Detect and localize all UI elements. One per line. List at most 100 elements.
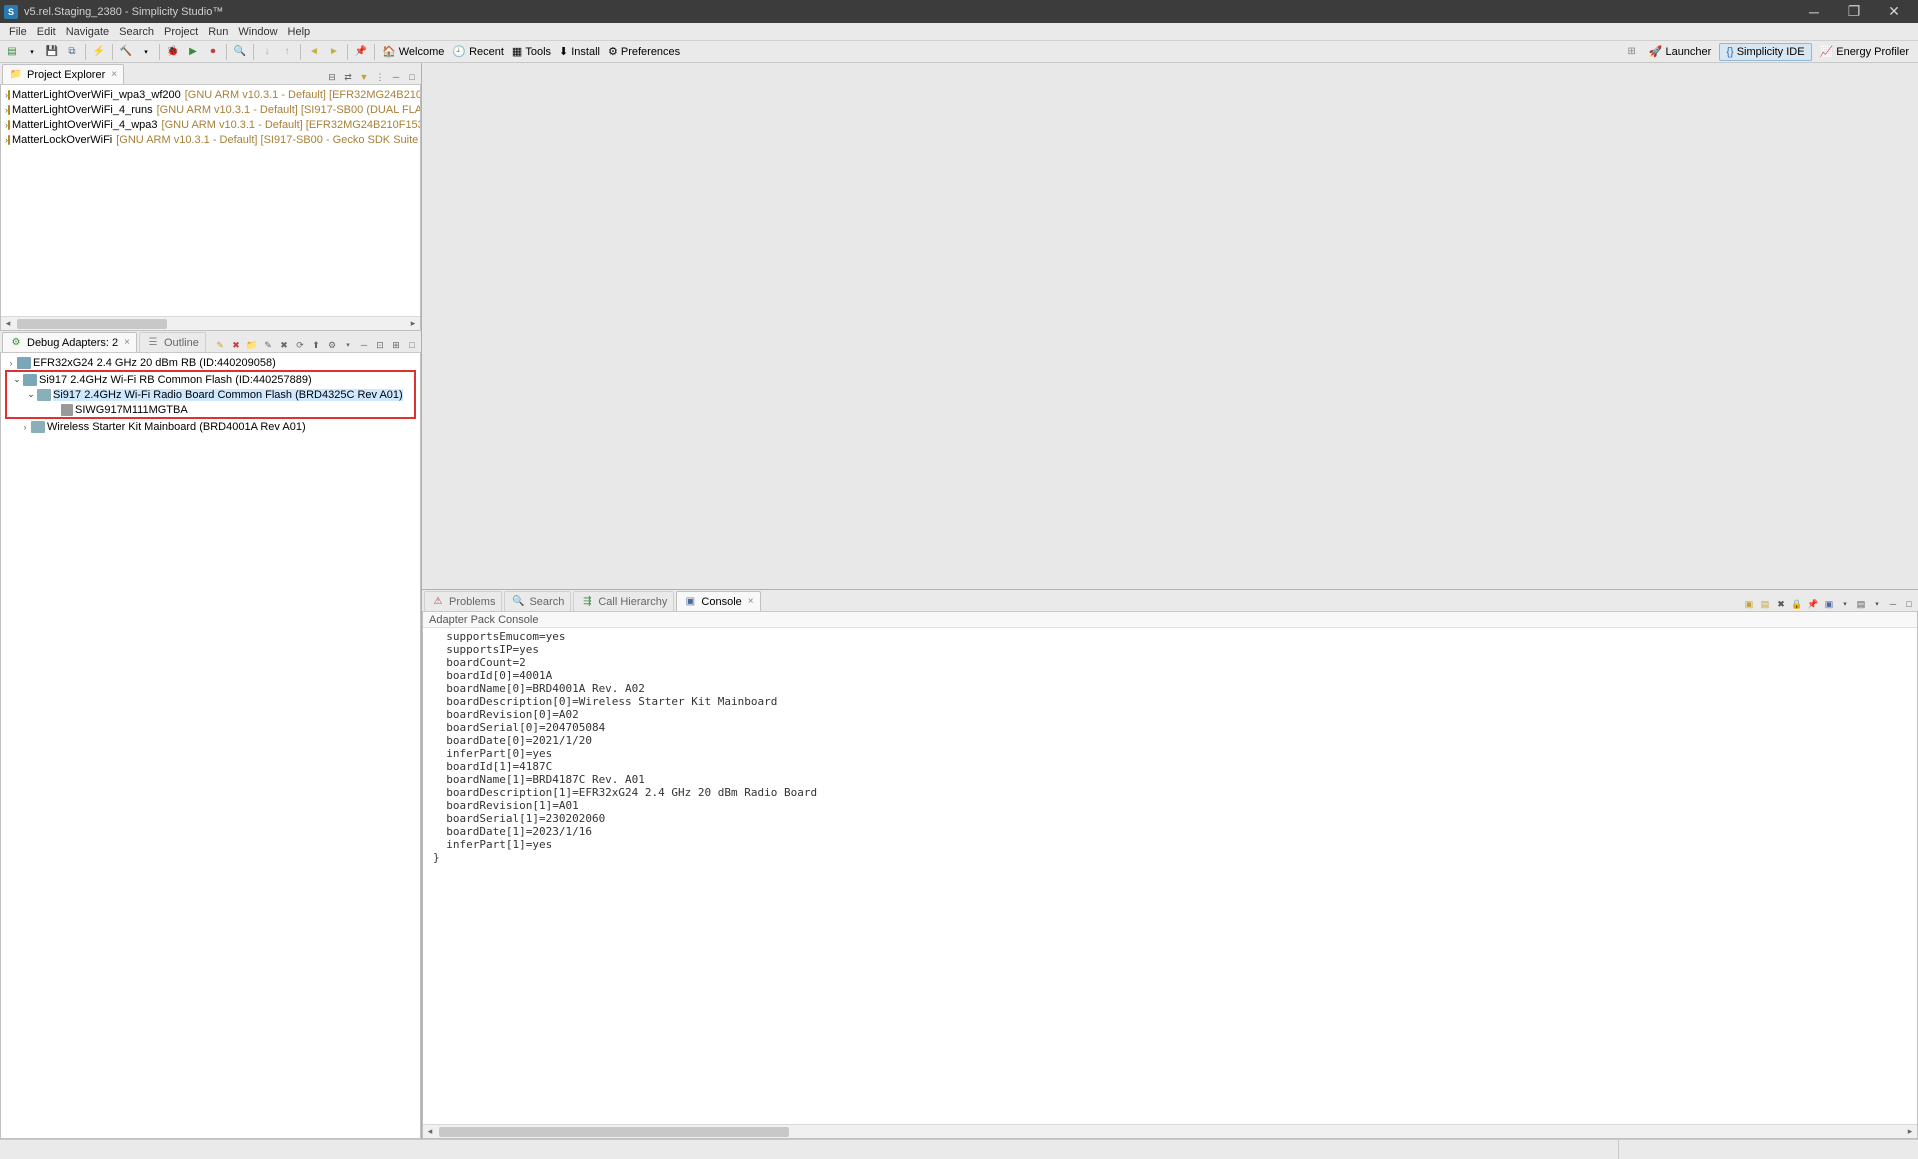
tool-icon[interactable]: ✖	[229, 338, 243, 352]
console-new-icon[interactable]: ▤	[1854, 597, 1868, 611]
console-clear-icon[interactable]: ✖	[1774, 597, 1788, 611]
toolbar-separator	[253, 44, 254, 60]
minimize-view-icon[interactable]: ─	[1886, 597, 1900, 611]
next-annotation-icon[interactable]: ↓	[259, 44, 275, 60]
tool-icon[interactable]: ⊡	[373, 338, 387, 352]
preferences-link[interactable]: ⚙Preferences	[604, 43, 684, 61]
adapter-child-item[interactable]: ⌄ Si917 2.4GHz Wi-Fi Radio Board Common …	[7, 387, 414, 402]
project-item[interactable]: › MatterLightOverWiFi_4_runs [GNU ARM v1…	[1, 102, 420, 117]
project-tree[interactable]: › MatterLightOverWiFi_wpa3_wf200 [GNU AR…	[1, 85, 420, 149]
filter-icon[interactable]: ▼	[357, 70, 371, 84]
menu-run[interactable]: Run	[203, 26, 233, 38]
flash-icon[interactable]: ⚡	[91, 44, 107, 60]
adapter-child-item[interactable]: › Wireless Starter Kit Mainboard (BRD400…	[1, 419, 420, 434]
adapter-item[interactable]: ⌄ Si917 2.4GHz Wi-Fi RB Common Flash (ID…	[7, 372, 414, 387]
tools-link[interactable]: ▦Tools	[508, 43, 555, 61]
tool-icon[interactable]: 📁	[245, 338, 259, 352]
minimize-view-icon[interactable]: ─	[389, 70, 403, 84]
scrollbar-thumb[interactable]	[439, 1127, 789, 1137]
welcome-link[interactable]: 🏠Welcome	[378, 43, 448, 61]
menu-navigate[interactable]: Navigate	[61, 26, 114, 38]
project-item[interactable]: › MatterLightOverWiFi_wpa3_wf200 [GNU AR…	[1, 87, 420, 102]
tab-search[interactable]: 🔍 Search	[504, 591, 571, 611]
tab-console[interactable]: ▣ Console ×	[676, 591, 760, 611]
tab-debug-adapters[interactable]: ⚙ Debug Adapters: 2 ×	[2, 332, 137, 352]
save-all-icon[interactable]: ⧉	[64, 44, 80, 60]
menu-window[interactable]: Window	[233, 26, 282, 38]
scroll-left-icon[interactable]: ◂	[423, 1126, 437, 1137]
tab-problems[interactable]: ⚠ Problems	[424, 591, 502, 611]
debug-icon[interactable]: 🐞	[165, 44, 181, 60]
close-tab-icon[interactable]: ×	[111, 69, 117, 80]
maximize-view-icon[interactable]: □	[1902, 597, 1916, 611]
console-tool-icon[interactable]: ▤	[1758, 597, 1772, 611]
new-dropdown-icon[interactable]: ▾	[24, 44, 40, 60]
install-link[interactable]: ⬇Install	[555, 43, 604, 61]
open-perspective-icon[interactable]: ⊞	[1624, 44, 1640, 60]
tool-icon[interactable]: ✖	[277, 338, 291, 352]
collapse-all-icon[interactable]: ⊟	[325, 70, 339, 84]
scroll-right-icon[interactable]: ▸	[1903, 1126, 1917, 1137]
minimize-button[interactable]: ─	[1794, 0, 1834, 23]
project-icon	[8, 120, 10, 130]
menu-file[interactable]: File	[4, 26, 32, 38]
menu-search[interactable]: Search	[114, 26, 159, 38]
perspective-launcher[interactable]: 🚀Launcher	[1643, 43, 1718, 61]
console-dropdown2-icon[interactable]: ▾	[1870, 597, 1884, 611]
run-icon[interactable]: ▶	[185, 44, 201, 60]
tool-gear-icon[interactable]: ⚙	[325, 338, 339, 352]
scrollbar-thumb[interactable]	[17, 319, 167, 329]
project-item[interactable]: › MatterLightOverWiFi_4_wpa3 [GNU ARM v1…	[1, 117, 420, 132]
maximize-view-icon[interactable]: □	[405, 338, 419, 352]
build-dropdown-icon[interactable]: ▾	[138, 44, 154, 60]
scroll-left-icon[interactable]: ◂	[1, 318, 15, 329]
console-pin-icon[interactable]: 📌	[1806, 597, 1820, 611]
maximize-view-icon[interactable]: □	[405, 70, 419, 84]
collapse-icon[interactable]: ⌄	[11, 374, 23, 385]
debug-adapters-tree[interactable]: › EFR32xG24 2.4 GHz 20 dBm RB (ID:440209…	[1, 353, 420, 436]
back-icon[interactable]: ◄	[306, 44, 322, 60]
console-tool-icon[interactable]: ▣	[1742, 597, 1756, 611]
tool-icon[interactable]: ⊞	[389, 338, 403, 352]
expand-icon[interactable]: ›	[19, 422, 31, 432]
tool-icon[interactable]: ✎	[261, 338, 275, 352]
search-icon[interactable]: 🔍	[232, 44, 248, 60]
adapter-item[interactable]: › EFR32xG24 2.4 GHz 20 dBm RB (ID:440209…	[1, 355, 420, 370]
prev-annotation-icon[interactable]: ↑	[279, 44, 295, 60]
tool-icon[interactable]: ⟳	[293, 338, 307, 352]
console-output[interactable]: supportsEmucom=yes supportsIP=yes boardC…	[423, 628, 1917, 1124]
tab-outline[interactable]: ☰ Outline	[139, 332, 206, 352]
perspective-simplicity-ide[interactable]: {}Simplicity IDE	[1719, 43, 1811, 61]
save-icon[interactable]: 💾	[44, 44, 60, 60]
link-editor-icon[interactable]: ⇄	[341, 70, 355, 84]
tool-icon[interactable]: ⬆	[309, 338, 323, 352]
expand-icon[interactable]: ›	[5, 358, 17, 368]
close-button[interactable]: ✕	[1874, 0, 1914, 23]
menu-project[interactable]: Project	[159, 26, 203, 38]
pin-icon[interactable]: 📌	[353, 44, 369, 60]
close-tab-icon[interactable]: ×	[124, 337, 130, 348]
new-icon[interactable]: ▤	[4, 44, 20, 60]
build-icon[interactable]: 🔨	[118, 44, 134, 60]
scroll-right-icon[interactable]: ▸	[406, 318, 420, 329]
console-dropdown-icon[interactable]: ▾	[1838, 597, 1852, 611]
view-menu-icon[interactable]: ⋮	[373, 70, 387, 84]
tab-call-hierarchy[interactable]: ⇶ Call Hierarchy	[573, 591, 674, 611]
close-tab-icon[interactable]: ×	[748, 596, 754, 607]
minimize-view-icon[interactable]: ─	[357, 338, 371, 352]
tab-project-explorer[interactable]: 📁 Project Explorer ×	[2, 64, 124, 84]
console-scroll-lock-icon[interactable]: 🔒	[1790, 597, 1804, 611]
adapter-chip-item[interactable]: SIWG917M111MGTBA	[7, 402, 414, 417]
project-item[interactable]: › MatterLockOverWiFi [GNU ARM v10.3.1 - …	[1, 132, 420, 147]
menu-edit[interactable]: Edit	[32, 26, 61, 38]
menu-help[interactable]: Help	[283, 26, 316, 38]
tool-icon[interactable]: ✎	[213, 338, 227, 352]
forward-icon[interactable]: ►	[326, 44, 342, 60]
tool-dropdown-icon[interactable]: ▾	[341, 338, 355, 352]
maximize-button[interactable]: ❐	[1834, 0, 1874, 23]
profile-icon[interactable]: ⏺	[205, 44, 221, 60]
recent-link[interactable]: 🕘Recent	[448, 43, 508, 61]
collapse-icon[interactable]: ⌄	[25, 389, 37, 400]
console-display-icon[interactable]: ▣	[1822, 597, 1836, 611]
perspective-energy-profiler[interactable]: 📈Energy Profiler	[1814, 43, 1915, 61]
